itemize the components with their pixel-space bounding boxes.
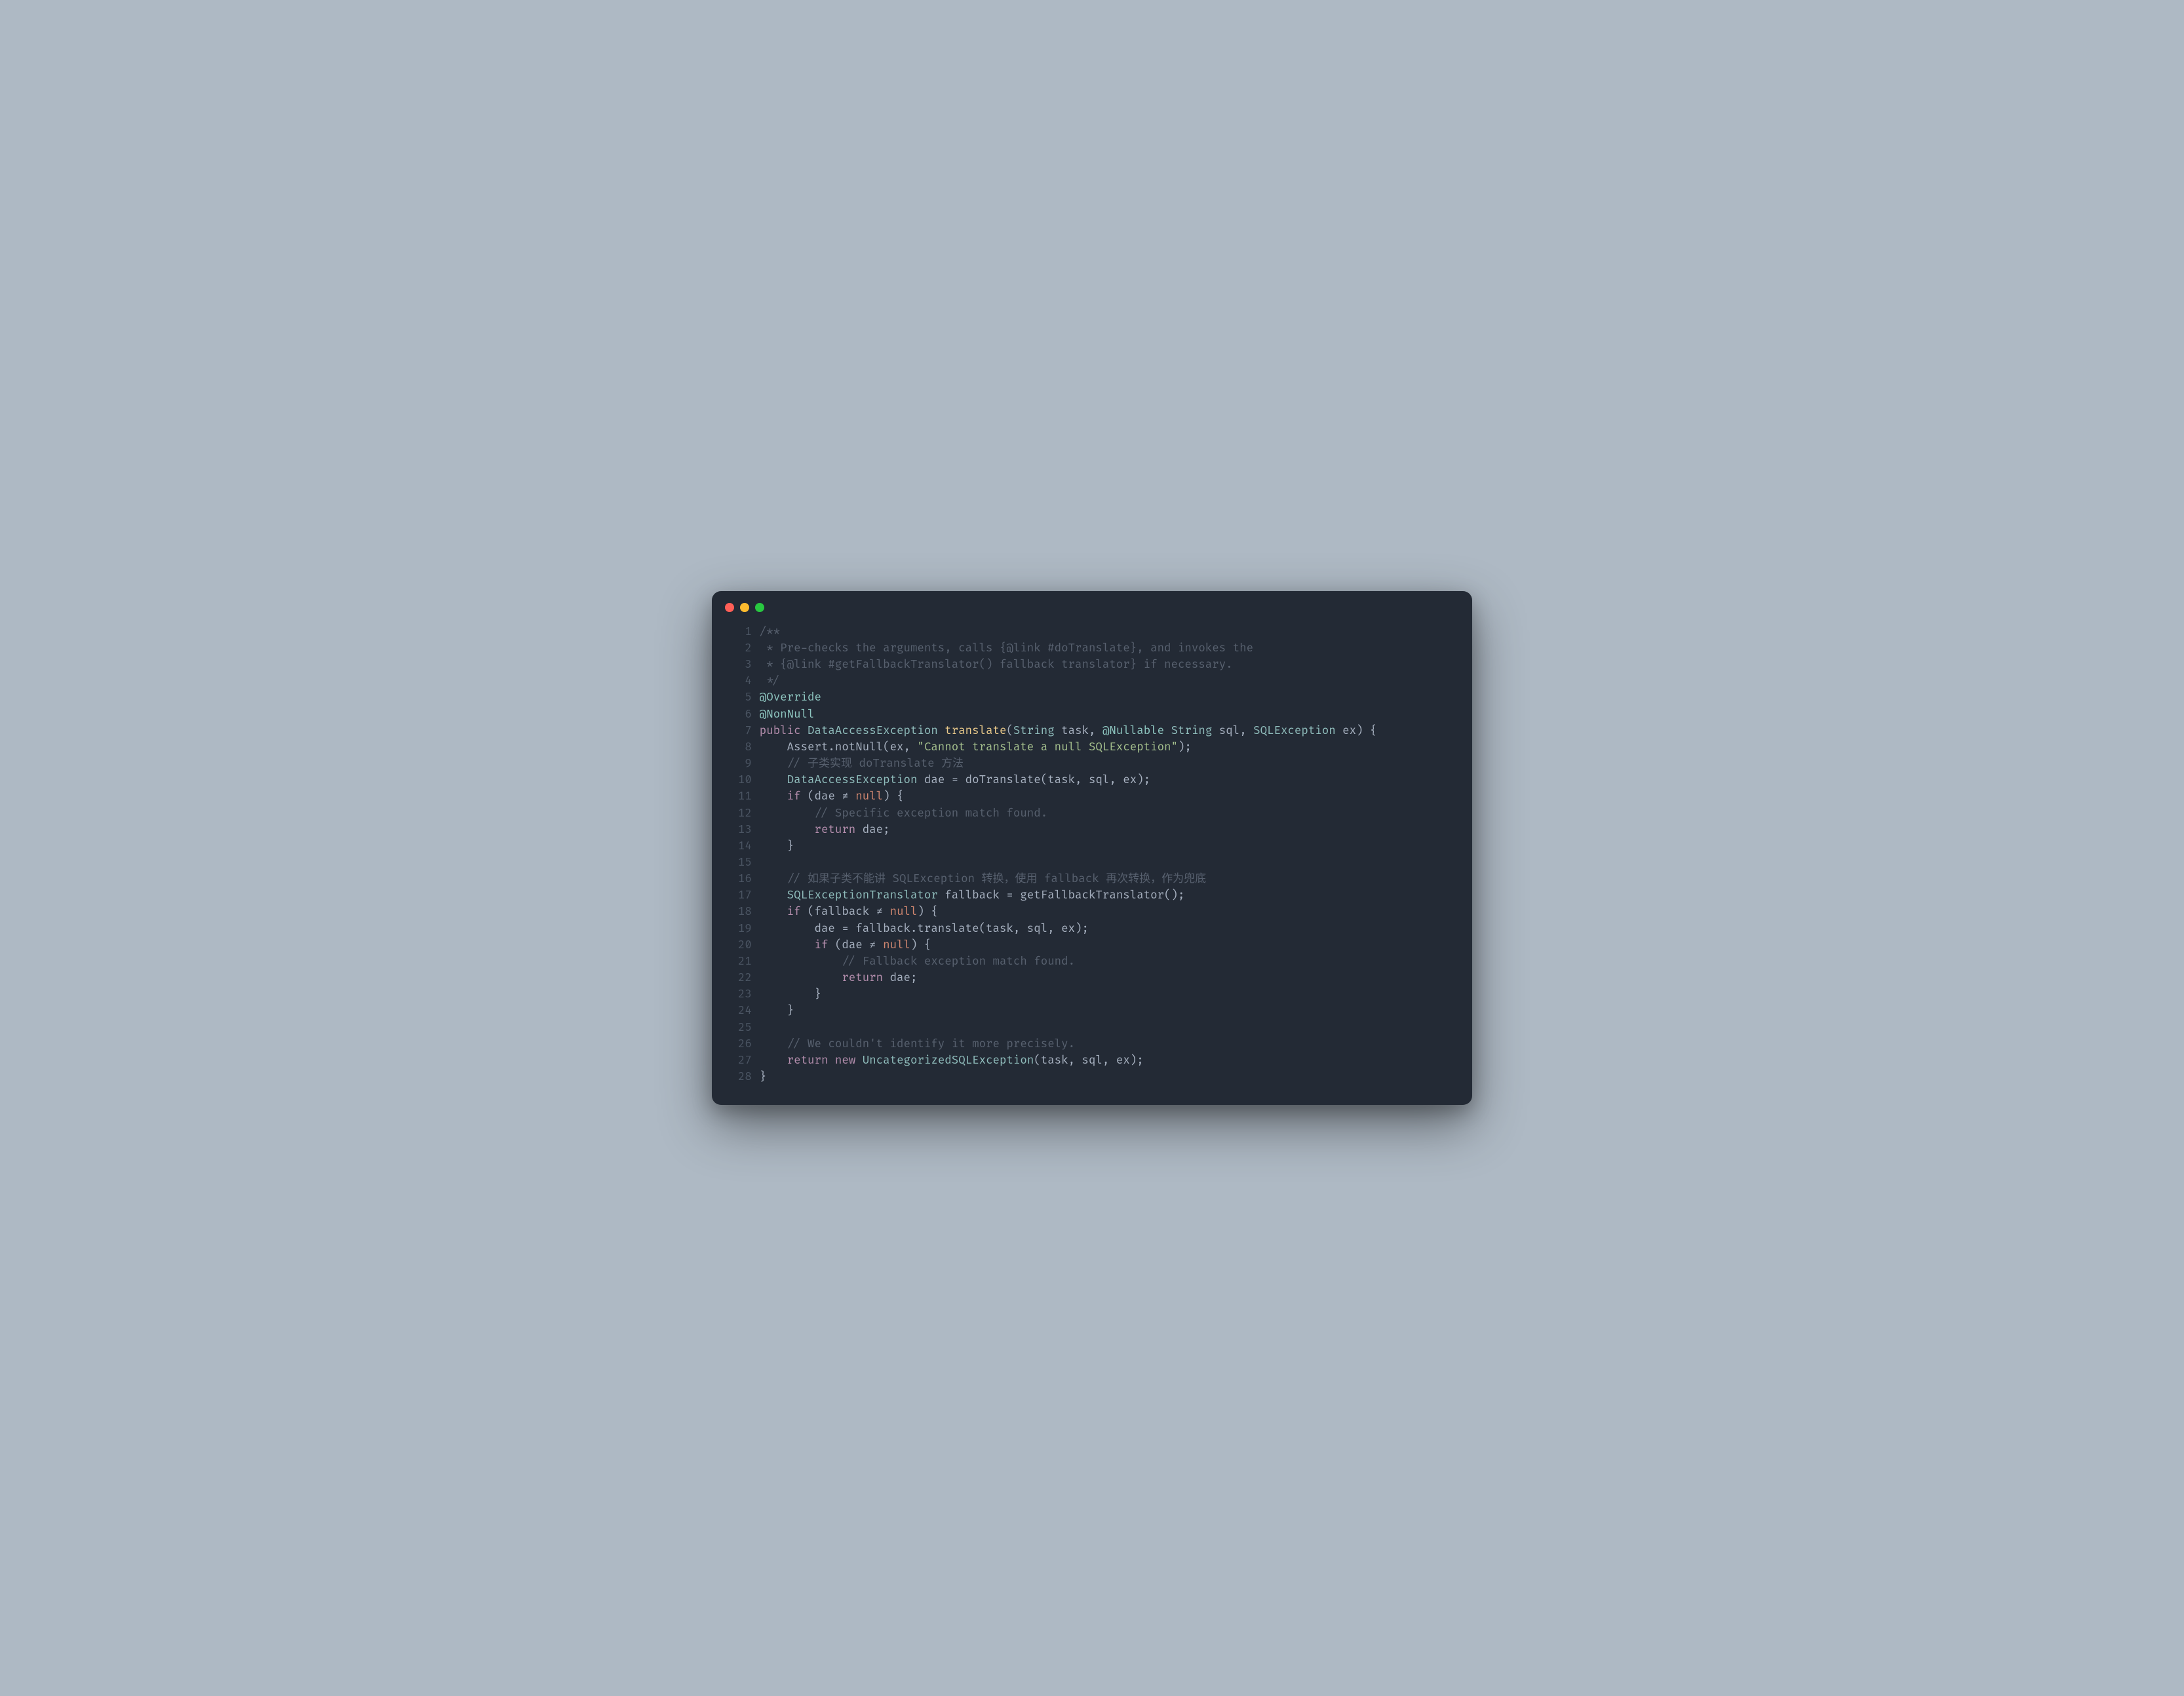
code-content: return new UncategorizedSQLException(tas… [760,1052,1144,1069]
line-number: 7 [725,723,752,739]
minimize-icon[interactable] [740,603,749,612]
code-line: 9 // 子类实现 doTranslate 方法 [725,756,1459,772]
code-content: /** [760,624,780,640]
code-line: 27 return new UncategorizedSQLException(… [725,1052,1459,1069]
code-content: } [760,986,821,1003]
maximize-icon[interactable] [755,603,764,612]
window-titlebar [712,591,1472,617]
line-number: 8 [725,739,752,756]
code-line: 25 [725,1020,1459,1036]
code-line: 8 Assert.notNull(ex, "Cannot translate a… [725,739,1459,756]
code-content: Assert.notNull(ex, "Cannot translate a n… [760,739,1192,756]
code-content: return dae; [760,970,918,986]
code-line: 11 if (dae ≠ null) { [725,788,1459,805]
code-content: // Fallback exception match found. [760,954,1075,970]
code-line: 1 /** [725,624,1459,640]
code-line: 16 // 如果子类不能讲 SQLException 转换，使用 fallbac… [725,871,1459,887]
code-content: } [760,1069,766,1085]
code-line: 15 [725,855,1459,871]
code-content: @NonNull [760,706,815,723]
code-content: * {@link #getFallbackTranslator() fallba… [760,657,1233,673]
code-content: } [760,1003,794,1019]
code-line: 28} [725,1069,1459,1085]
code-line: 26 // We couldn't identify it more preci… [725,1036,1459,1052]
line-number: 26 [725,1036,752,1052]
line-number: 11 [725,788,752,805]
code-content: if (dae ≠ null) { [760,788,904,805]
code-content: return dae; [760,822,890,838]
code-line: 3 * {@link #getFallbackTranslator() fall… [725,657,1459,673]
line-number: 21 [725,954,752,970]
code-line: 18 if (fallback ≠ null) { [725,904,1459,920]
line-number: 18 [725,904,752,920]
code-content: DataAccessException dae = doTranslate(ta… [760,772,1150,788]
code-line: 14 } [725,838,1459,855]
line-number: 3 [725,657,752,673]
line-number: 28 [725,1069,752,1085]
code-content: */ [760,673,780,689]
line-number: 25 [725,1020,752,1036]
code-line: 24 } [725,1003,1459,1019]
code-content: if (fallback ≠ null) { [760,904,938,920]
line-number: 12 [725,805,752,822]
line-number: 24 [725,1003,752,1019]
code-line: 10 DataAccessException dae = doTranslate… [725,772,1459,788]
line-number: 27 [725,1052,752,1069]
code-line: 7 public DataAccessException translate(St… [725,723,1459,739]
code-line: 22 return dae; [725,970,1459,986]
code-content: SQLExceptionTranslator fallback = getFal… [760,887,1185,904]
line-number: 17 [725,887,752,904]
line-number: 5 [725,689,752,706]
code-content: public DataAccessException translate(Str… [760,723,1377,739]
line-number: 13 [725,822,752,838]
line-number: 20 [725,937,752,954]
code-content: if (dae ≠ null) { [760,937,931,954]
code-line: 19 dae = fallback.translate(task, sql, e… [725,921,1459,937]
line-number: 4 [725,673,752,689]
line-number: 16 [725,871,752,887]
close-icon[interactable] [725,603,734,612]
code-line: 13 return dae; [725,822,1459,838]
code-window: 1/**2 * Pre-checks the arguments, calls … [712,591,1472,1105]
code-line: 2 * Pre-checks the arguments, calls {@li… [725,640,1459,657]
code-line: 23 } [725,986,1459,1003]
code-content: } [760,838,794,855]
line-number: 2 [725,640,752,657]
line-number: 10 [725,772,752,788]
code-line: 12 // Specific exception match found. [725,805,1459,822]
code-content: @Override [760,689,821,706]
line-number: 22 [725,970,752,986]
code-content: // We couldn't identify it more precisel… [760,1036,1075,1052]
code-content: dae = fallback.translate(task, sql, ex); [760,921,1089,937]
code-line: 6 @NonNull [725,706,1459,723]
line-number: 23 [725,986,752,1003]
line-number: 19 [725,921,752,937]
code-content: // Specific exception match found. [760,805,1047,822]
line-number: 9 [725,756,752,772]
code-content: * Pre-checks the arguments, calls {@link… [760,640,1253,657]
code-editor: 1/**2 * Pre-checks the arguments, calls … [712,617,1472,1105]
line-number: 14 [725,838,752,855]
code-line: 4 */ [725,673,1459,689]
code-line: 21 // Fallback exception match found. [725,954,1459,970]
line-number: 15 [725,855,752,871]
code-content: // 如果子类不能讲 SQLException 转换，使用 fallback 再… [760,871,1206,887]
code-line: 20 if (dae ≠ null) { [725,937,1459,954]
line-number: 6 [725,706,752,723]
line-number: 1 [725,624,752,640]
code-content: // 子类实现 doTranslate 方法 [760,756,964,772]
code-line: 17 SQLExceptionTranslator fallback = get… [725,887,1459,904]
code-line: 5 @Override [725,689,1459,706]
